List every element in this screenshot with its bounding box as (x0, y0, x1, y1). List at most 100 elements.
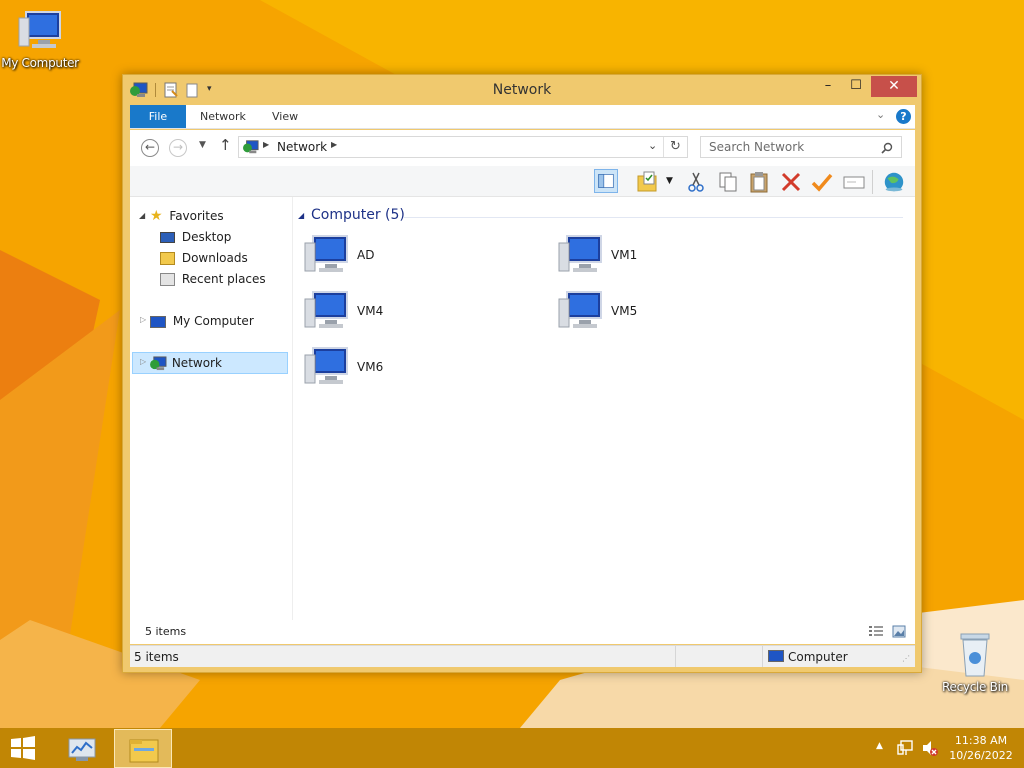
star-icon: ★ (150, 208, 163, 224)
favorites-expand-arrow-icon[interactable]: ◢ (139, 211, 145, 220)
help-icon[interactable]: ? (896, 109, 911, 124)
computer-item-label: VM6 (357, 360, 384, 374)
forward-button[interactable]: → (169, 139, 187, 157)
content-pane: ◢ Computer (5) AD VM1 VM4 VM5 VM6 (293, 197, 915, 642)
search-icon[interactable] (881, 142, 893, 154)
up-button[interactable]: ↑ (219, 136, 232, 154)
title-bar[interactable]: ▾ Network – ☐ ✕ (123, 75, 921, 105)
close-button[interactable]: ✕ (871, 76, 917, 97)
status-bar: 5 items Computer ⋰ (130, 645, 915, 667)
desktop-icon-label: Recycle Bin (942, 680, 1008, 694)
network-status-icon[interactable] (897, 739, 915, 757)
nav-network[interactable]: Network (150, 353, 222, 373)
computer-item[interactable]: VM4 (303, 289, 523, 339)
my-computer-expand-arrow-icon[interactable]: ▷ (140, 315, 146, 324)
status-divider (675, 646, 676, 667)
address-row: ← → ▼ ↑ ▶ Network ▶ ⌄ ↻ Search Network (130, 130, 915, 166)
computer-item-label: VM5 (611, 304, 638, 318)
nav-desktop-label: Desktop (181, 230, 232, 244)
item-count-row: 5 items (130, 620, 915, 644)
tab-network[interactable]: Network (200, 105, 246, 128)
explorer-window: ▾ Network – ☐ ✕ File Network View ⌄ ? ← … (122, 74, 922, 673)
computer-item[interactable]: VM5 (557, 289, 777, 339)
computer-icon (304, 235, 348, 272)
computer-icon (304, 291, 348, 328)
breadcrumb-arrow-icon[interactable]: ▶ (263, 140, 269, 149)
resize-grip-icon[interactable]: ⋰ (902, 654, 910, 663)
recent-places-icon (160, 273, 175, 286)
recent-locations-chevron-icon[interactable]: ▼ (199, 140, 206, 150)
start-button[interactable] (9, 736, 37, 760)
volume-muted-icon[interactable] (921, 739, 939, 757)
toolbar-separator (872, 170, 873, 194)
minimize-button[interactable]: – (815, 76, 841, 97)
computer-item[interactable]: VM1 (557, 233, 777, 283)
checkmark-icon[interactable] (810, 170, 834, 194)
details-view-icon[interactable] (868, 625, 884, 638)
navigation-pane-icon[interactable] (594, 169, 618, 193)
status-item-count: 5 items (134, 650, 179, 664)
address-separator (663, 137, 664, 157)
computer-icon (150, 315, 166, 328)
properties-folder-icon[interactable] (636, 170, 660, 194)
network-icon (243, 140, 259, 154)
search-input[interactable]: Search Network (700, 136, 902, 158)
desktop-icon (160, 232, 175, 243)
window-title: Network (492, 82, 552, 98)
group-collapse-arrow-icon[interactable]: ◢ (298, 211, 304, 220)
folder-options-chevron-icon[interactable]: ▼ (666, 176, 673, 186)
cut-icon[interactable] (684, 170, 708, 194)
computer-item-label: AD (357, 248, 375, 262)
nav-desktop[interactable]: Desktop (160, 227, 231, 247)
computer-icon (558, 291, 602, 328)
nav-downloads[interactable]: Downloads (160, 248, 248, 268)
large-icons-view-icon[interactable] (892, 625, 906, 638)
address-bar[interactable]: ▶ Network ▶ ⌄ ↻ (238, 136, 688, 158)
delete-icon[interactable] (779, 170, 803, 194)
downloads-folder-icon (160, 252, 175, 265)
globe-icon[interactable] (882, 170, 906, 194)
breadcrumb-network[interactable]: Network (277, 140, 327, 154)
network-expand-arrow-icon[interactable]: ▷ (140, 357, 146, 366)
navigation-pane: ◢ ★ Favorites Desktop Downloads Recent p… (130, 197, 293, 642)
file-explorer-icon (129, 739, 159, 763)
tab-view[interactable]: View (272, 105, 298, 128)
desktop-icon-recycle-bin[interactable]: Recycle Bin (935, 630, 1015, 694)
desktop-icon-my-computer[interactable]: My Computer (0, 8, 80, 70)
tab-file[interactable]: File (130, 105, 186, 128)
group-divider (403, 217, 903, 218)
computer-icon (304, 347, 348, 384)
address-dropdown-chevron-icon[interactable]: ⌄ (648, 139, 657, 152)
ribbon-tabs: File Network View ⌄ ? (130, 105, 915, 129)
show-hidden-icons-chevron-icon[interactable]: ▲ (876, 741, 883, 751)
computer-icon (18, 11, 61, 48)
copy-icon[interactable] (716, 170, 740, 194)
taskbar: ▲ 11:38 AM 10/26/2022 (0, 728, 1024, 768)
nav-my-computer-label: My Computer (172, 314, 254, 328)
status-zone: Computer (788, 650, 848, 664)
computer-item[interactable]: VM6 (303, 345, 523, 395)
refresh-icon[interactable]: ↻ (670, 139, 681, 154)
group-header[interactable]: Computer (5) (311, 207, 405, 223)
computer-item[interactable]: AD (303, 233, 523, 283)
computer-item-label: VM4 (357, 304, 384, 318)
nav-network-label: Network (171, 356, 222, 370)
taskbar-server-manager[interactable] (54, 729, 112, 768)
maximize-button[interactable]: ☐ (843, 76, 869, 97)
server-manager-icon (68, 738, 96, 761)
nav-recent-places-label: Recent places (181, 272, 266, 286)
item-count: 5 items (145, 625, 187, 638)
nav-recent-places[interactable]: Recent places (160, 269, 266, 289)
nav-favorites-label: Favorites (169, 209, 224, 223)
computer-item-label: VM1 (611, 248, 638, 262)
expand-ribbon-chevron-icon[interactable]: ⌄ (876, 108, 885, 121)
taskbar-file-explorer[interactable] (114, 729, 172, 768)
back-button[interactable]: ← (141, 139, 159, 157)
breadcrumb-arrow-icon[interactable]: ▶ (331, 140, 337, 149)
rename-icon[interactable] (842, 170, 866, 194)
nav-favorites[interactable]: ★ Favorites (150, 206, 224, 226)
paste-icon[interactable] (747, 170, 771, 194)
nav-my-computer[interactable]: My Computer (150, 311, 254, 331)
recycle-bin-icon (960, 633, 990, 677)
taskbar-clock[interactable]: 11:38 AM 10/26/2022 (946, 733, 1016, 763)
